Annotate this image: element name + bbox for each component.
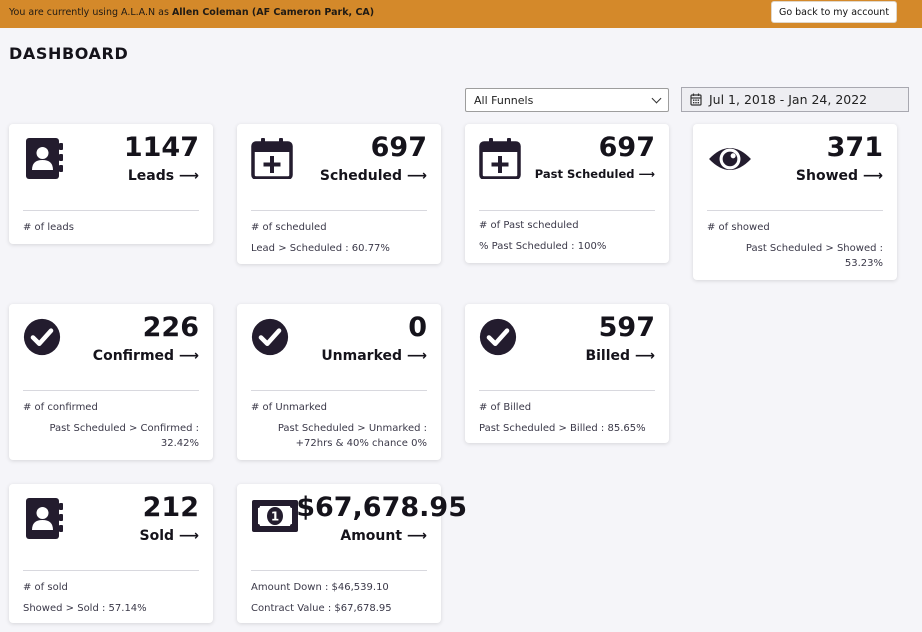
back-to-account-button[interactable]: Go back to my account [771, 1, 897, 23]
amount-total: $67,678.95 [296, 492, 467, 523]
past-scheduled-label: Past Scheduled [534, 167, 635, 181]
check-circle-icon [23, 318, 61, 356]
check-circle-icon [251, 318, 289, 356]
sold-link[interactable]: Sold ⟶ [140, 528, 199, 544]
card-confirmed: 226 Confirmed ⟶ # of confirmed Past Sche… [9, 304, 213, 460]
card-unmarked: 0 Unmarked ⟶ # of Unmarked Past Schedule… [237, 304, 441, 460]
confirmed-ratio: Past Scheduled > Confirmed : 32.42% [49, 423, 199, 449]
card-divider [23, 390, 199, 391]
card-scheduled: 697 Scheduled ⟶ # of scheduled Lead > Sc… [237, 124, 441, 264]
card-divider [251, 210, 427, 211]
card-leads: 1147 Leads ⟶ # of leads [9, 124, 213, 244]
card-divider [479, 210, 655, 211]
scheduled-label: Scheduled [319, 168, 403, 184]
past-scheduled-caption: # of Past scheduled [479, 220, 579, 231]
arrow-right-icon: ⟶ [406, 348, 427, 364]
card-past-scheduled: 697 Past Scheduled ⟶ # of Past scheduled… [465, 124, 669, 263]
chevron-down-icon [651, 93, 662, 103]
contract-value: Contract Value : $67,678.95 [251, 603, 392, 614]
sold-label: Sold [139, 528, 175, 544]
calendar-icon [690, 93, 702, 106]
card-sold: 212 Sold ⟶ # of sold Showed > Sold : 57.… [9, 484, 213, 623]
billed-ratio: Past Scheduled > Billed : 85.65% [479, 423, 646, 434]
past-scheduled-count: 697 [598, 132, 655, 163]
scheduled-caption: # of scheduled [251, 222, 327, 233]
unmarked-link[interactable]: Unmarked ⟶ [321, 348, 427, 364]
date-range-picker[interactable]: Jul 1, 2018 - Jan 24, 2022 [681, 87, 909, 112]
showed-link[interactable]: Showed ⟶ [796, 168, 883, 184]
date-range-value: Jul 1, 2018 - Jan 24, 2022 [709, 92, 868, 107]
unmarked-label: Unmarked [321, 348, 403, 364]
calendar-plus-icon [479, 138, 521, 179]
arrow-right-icon: ⟶ [178, 168, 199, 184]
banner-prefix: You are currently using A.L.A.N as [9, 7, 172, 18]
card-divider [23, 210, 199, 211]
showed-count: 371 [826, 132, 883, 163]
card-divider [23, 570, 199, 571]
billed-count: 597 [598, 312, 655, 343]
card-divider [251, 390, 427, 391]
confirmed-link[interactable]: Confirmed ⟶ [93, 348, 199, 364]
banner-account-name: Allen Coleman (AF Cameron Park, CA) [171, 7, 375, 18]
funnel-select[interactable]: All Funnels [465, 88, 669, 112]
card-divider [707, 210, 883, 211]
card-showed: 371 Showed ⟶ # of showed Past Scheduled … [693, 124, 897, 280]
showed-label: Showed [795, 168, 859, 184]
card-amount: 1 $67,678.95 Amount ⟶ Amount Down : $46,… [237, 484, 467, 623]
impersonation-banner: You are currently using A.L.A.N as Allen… [0, 0, 922, 28]
arrow-right-icon: ⟶ [634, 348, 655, 364]
unmarked-ratio: Past Scheduled > Unmarked : +72hrs & 40%… [277, 423, 427, 449]
amount-down: Amount Down : $46,539.10 [251, 582, 389, 593]
confirmed-count: 226 [142, 312, 199, 343]
eye-icon [709, 147, 751, 170]
contact-book-icon [26, 498, 63, 539]
contact-book-icon [26, 138, 63, 179]
scheduled-ratio: Lead > Scheduled : 60.77% [251, 243, 390, 254]
scheduled-link[interactable]: Scheduled ⟶ [320, 168, 427, 184]
svg-text:1: 1 [271, 510, 279, 524]
arrow-right-icon: ⟶ [178, 348, 199, 364]
arrow-right-icon: ⟶ [178, 528, 199, 544]
calendar-plus-icon [251, 138, 293, 179]
showed-caption: # of showed [707, 222, 770, 233]
confirmed-caption: # of confirmed [23, 402, 98, 413]
card-divider [251, 570, 427, 571]
leads-link[interactable]: Leads ⟶ [128, 168, 199, 184]
page-title: DASHBOARD [9, 44, 129, 63]
arrow-right-icon: ⟶ [406, 528, 427, 544]
funnel-select-value: All Funnels [474, 93, 534, 107]
card-billed: 597 Billed ⟶ # of Billed Past Scheduled … [465, 304, 669, 443]
arrow-right-icon: ⟶ [406, 168, 427, 184]
unmarked-count: 0 [408, 312, 427, 343]
impersonation-text: You are currently using A.L.A.N as Allen… [9, 7, 374, 18]
check-circle-icon [479, 318, 517, 356]
leads-count: 1147 [123, 132, 199, 163]
showed-ratio: Past Scheduled > Showed : 53.23% [745, 243, 883, 269]
money-bill-icon: 1 [252, 500, 298, 532]
leads-caption: # of leads [23, 222, 74, 233]
unmarked-caption: # of Unmarked [251, 402, 327, 413]
amount-link[interactable]: Amount ⟶ [340, 528, 427, 544]
sold-caption: # of sold [23, 582, 68, 593]
billed-caption: # of Billed [479, 402, 532, 413]
billed-link[interactable]: Billed ⟶ [585, 348, 655, 364]
scheduled-count: 697 [370, 132, 427, 163]
past-scheduled-ratio: % Past Scheduled : 100% [479, 241, 607, 252]
leads-label: Leads [127, 168, 175, 184]
sold-ratio: Showed > Sold : 57.14% [23, 603, 147, 614]
past-scheduled-link[interactable]: Past Scheduled ⟶ [535, 167, 655, 181]
sold-count: 212 [142, 492, 199, 523]
card-divider [479, 390, 655, 391]
confirmed-label: Confirmed [92, 348, 175, 364]
arrow-right-icon: ⟶ [638, 167, 656, 181]
arrow-right-icon: ⟶ [862, 168, 883, 184]
billed-label: Billed [585, 348, 631, 364]
amount-label: Amount [340, 528, 403, 544]
